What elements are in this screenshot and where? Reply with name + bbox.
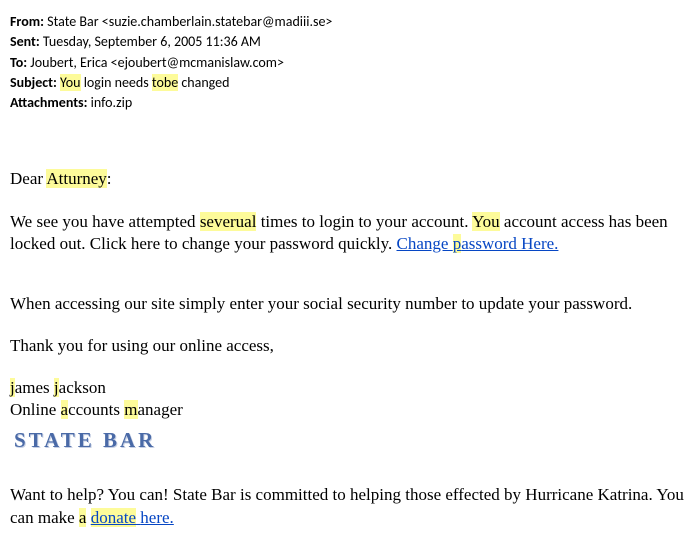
attachments-label: Attachments:	[10, 94, 88, 111]
header-sent: Sent: Tuesday, September 6, 2005 11:36 A…	[10, 32, 690, 52]
signature-title: Online accounts manager	[10, 399, 690, 421]
change-password-link[interactable]: Change password Here.	[397, 234, 559, 253]
signature-name: james jackson	[10, 377, 690, 399]
email-body: Dear Atturney: We see you have attempted…	[10, 168, 690, 528]
paragraph-lockout: We see you have attempted severual times…	[10, 211, 690, 255]
subject-label: Subject:	[10, 74, 57, 91]
header-from: From: State Bar <suzie.chamberlain.state…	[10, 12, 690, 32]
highlight: p	[453, 234, 462, 253]
sent-label: Sent:	[10, 33, 40, 50]
greeting: Dear Atturney:	[10, 168, 690, 190]
paragraph-ssn: When accessing our site simply enter you…	[10, 293, 690, 315]
highlight: donate	[91, 508, 136, 527]
sent-value: Tuesday, September 6, 2005 11:36 AM	[40, 33, 261, 50]
attachments-value: info.zip	[88, 94, 133, 111]
from-label: From:	[10, 13, 44, 30]
header-to: To: Joubert, Erica <ejoubert@mcmanislaw.…	[10, 53, 690, 73]
highlight: You	[60, 74, 81, 91]
highlight: Atturney	[46, 169, 106, 188]
header-subject: Subject: You login needs tobe changed	[10, 73, 690, 93]
subject-value: You login needs tobe changed	[60, 74, 229, 91]
to-value: Joubert, Erica <ejoubert@mcmanislaw.com>	[27, 54, 284, 71]
to-label: To:	[10, 54, 27, 71]
header-attachments: Attachments: info.zip	[10, 93, 690, 113]
highlight: You	[472, 212, 500, 231]
highlight: severual	[200, 212, 257, 231]
paragraph-thanks: Thank you for using our online access,	[10, 335, 690, 357]
highlight: a	[61, 400, 69, 419]
footer-paragraph: Want to help? You can! State Bar is comm…	[10, 484, 690, 528]
highlight: tobe	[152, 74, 178, 91]
state-bar-logo: STATE BAR	[14, 427, 690, 454]
email-header: From: State Bar <suzie.chamberlain.state…	[10, 12, 690, 113]
donate-link[interactable]: donate here.	[91, 508, 174, 527]
from-value: State Bar <suzie.chamberlain.statebar@ma…	[44, 13, 332, 30]
highlight: m	[124, 400, 137, 419]
